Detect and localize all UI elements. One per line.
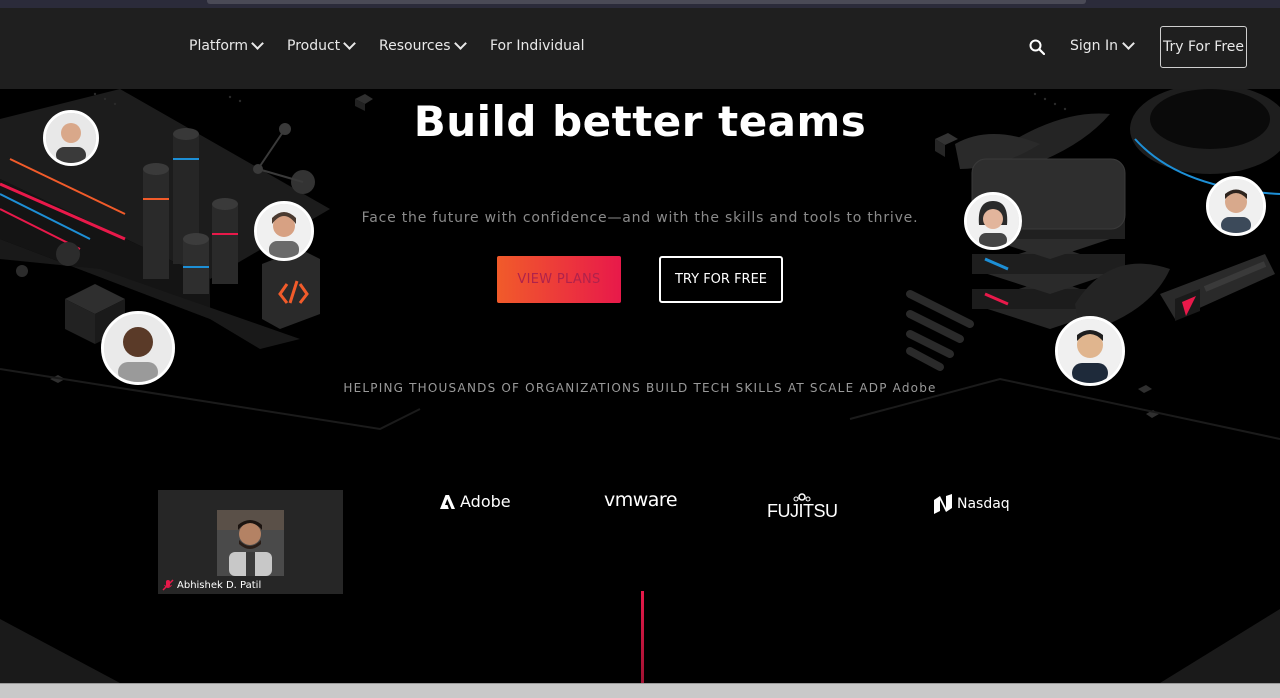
nav-resources[interactable]: Resources [379, 37, 467, 54]
hero-subtitle: Face the future with confidence—and with… [361, 210, 919, 226]
top-navigation: Platform Product Resources For Individua… [0, 8, 1280, 89]
try-for-free-button[interactable]: TRY FOR FREE [659, 256, 783, 303]
try-for-free-nav-button[interactable]: Try For Free [1160, 26, 1247, 68]
nav-for-individual[interactable]: For Individual [490, 38, 585, 54]
bottom-scrollbar[interactable] [0, 683, 1280, 698]
avatar [1206, 176, 1266, 236]
nav-product[interactable]: Product [287, 37, 357, 54]
avatar [254, 201, 314, 261]
avatar [43, 110, 99, 166]
nav-resources-label: Resources [379, 38, 451, 54]
nav-for-individual-label: For Individual [490, 38, 585, 54]
nasdaq-logo-icon [934, 494, 952, 514]
chevron-down-icon [1122, 37, 1135, 50]
nav-product-label: Product [287, 38, 341, 54]
muted-microphone-icon [162, 579, 174, 591]
video-call-tile[interactable]: Abhishek D. Patil [158, 490, 343, 594]
avatar [101, 311, 175, 385]
chevron-down-icon [453, 37, 467, 50]
logo-vmware-label: vmware [604, 489, 678, 511]
avatar [964, 192, 1022, 250]
logo-nasdaq: Nasdaq [932, 494, 1010, 514]
hero-section: Build better teams Face the future with … [0, 89, 1280, 683]
logo-fujitsu-label: FUJITSU [767, 501, 838, 521]
browser-tab-bar [207, 0, 1086, 4]
logo-adobe: Adobe [440, 492, 511, 511]
search-icon[interactable] [1029, 39, 1045, 55]
view-plans-button[interactable]: VIEW PLANS [497, 256, 621, 303]
logo-fujitsu: FUJITSU [767, 492, 838, 522]
chevron-down-icon [251, 37, 264, 50]
scroll-indicator-line [641, 591, 644, 683]
nav-platform-label: Platform [189, 38, 249, 54]
participant-name-tag: Abhishek D. Patil [162, 579, 261, 591]
participant-video [217, 510, 284, 576]
hero-title: Build better teams [413, 97, 867, 146]
avatar [1055, 316, 1125, 386]
sign-in-menu[interactable]: Sign In [1070, 37, 1135, 54]
sign-in-label: Sign In [1070, 38, 1118, 54]
logo-adobe-label: Adobe [460, 492, 511, 511]
browser-top-strip [0, 0, 1280, 8]
nav-platform[interactable]: Platform [189, 37, 264, 54]
adobe-logo-icon [440, 494, 455, 509]
logo-vmware: vmware [604, 489, 678, 511]
participant-name: Abhishek D. Patil [177, 579, 262, 591]
chevron-down-icon [343, 37, 357, 50]
logo-nasdaq-label: Nasdaq [957, 496, 1010, 512]
